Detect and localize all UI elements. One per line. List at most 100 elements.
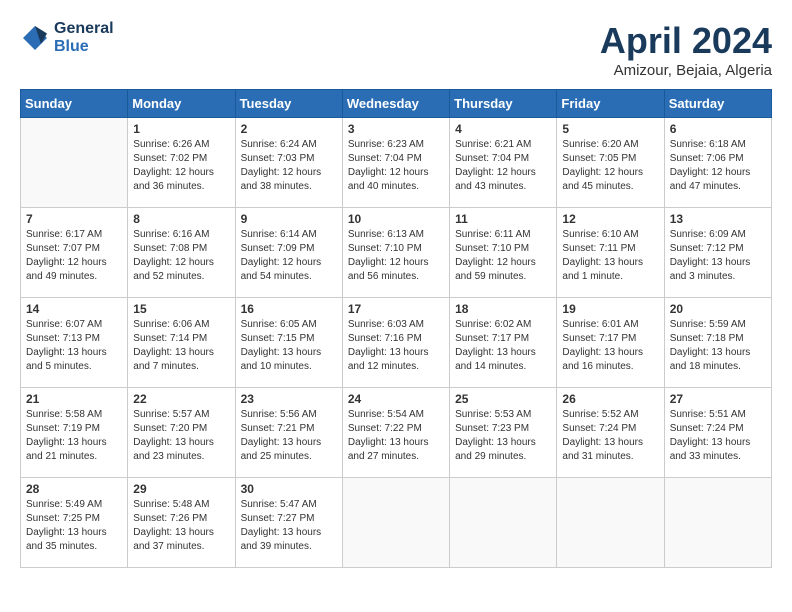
calendar-cell: 23 Sunrise: 5:56 AM Sunset: 7:21 PM Dayli… [235,388,342,478]
location: Amizour, Bejaia, Algeria [600,62,772,79]
calendar-cell: 29 Sunrise: 5:48 AM Sunset: 7:26 PM Dayli… [128,478,235,568]
day-number: 25 [455,392,551,406]
day-number: 22 [133,392,229,406]
calendar-cell: 5 Sunrise: 6:20 AM Sunset: 7:05 PM Daylig… [557,118,664,208]
day-header-monday: Monday [128,90,235,118]
week-row-2: 7 Sunrise: 6:17 AM Sunset: 7:07 PM Daylig… [21,208,772,298]
day-info: Sunrise: 5:52 AM Sunset: 7:24 PM Dayligh… [562,408,658,464]
day-info: Sunrise: 5:48 AM Sunset: 7:26 PM Dayligh… [133,498,229,554]
day-info: Sunrise: 5:57 AM Sunset: 7:20 PM Dayligh… [133,408,229,464]
day-number: 16 [241,302,337,316]
day-info: Sunrise: 6:14 AM Sunset: 7:09 PM Dayligh… [241,228,337,284]
day-info: Sunrise: 6:17 AM Sunset: 7:07 PM Dayligh… [26,228,122,284]
day-header-saturday: Saturday [664,90,771,118]
day-number: 24 [348,392,444,406]
day-number: 12 [562,212,658,226]
day-number: 21 [26,392,122,406]
calendar-cell: 25Sunrise: 5:53 AM Sunset: 7:23 PM Dayli… [450,388,557,478]
day-number: 23 [241,392,337,406]
calendar-cell: 17 Sunrise: 6:03 AM Sunset: 7:16 PM Dayli… [342,298,449,388]
month-title: April 2024 [600,20,772,62]
calendar-cell: 9 Sunrise: 6:14 AM Sunset: 7:09 PM Daylig… [235,208,342,298]
calendar-cell: 16 Sunrise: 6:05 AM Sunset: 7:15 PM Dayli… [235,298,342,388]
day-info: Sunrise: 6:05 AM Sunset: 7:15 PM Dayligh… [241,318,337,374]
day-info: Sunrise: 5:56 AM Sunset: 7:21 PM Dayligh… [241,408,337,464]
logo: General Blue [20,20,114,55]
day-number: 29 [133,482,229,496]
day-info: Sunrise: 6:07 AM Sunset: 7:13 PM Dayligh… [26,318,122,374]
calendar-cell: 19 Sunrise: 6:01 AM Sunset: 7:17 PM Dayli… [557,298,664,388]
title-block: April 2024 Amizour, Bejaia, Algeria [600,20,772,79]
day-number: 20 [670,302,766,316]
day-info: Sunrise: 6:09 AM Sunset: 7:12 PM Dayligh… [670,228,766,284]
logo-text-general: General [54,20,114,38]
day-number: 17 [348,302,444,316]
day-number: 7 [26,212,122,226]
day-number: 3 [348,122,444,136]
day-number: 26 [562,392,658,406]
calendar-cell: 14 Sunrise: 6:07 AM Sunset: 7:13 PM Dayli… [21,298,128,388]
calendar-cell: 13 Sunrise: 6:09 AM Sunset: 7:12 PM Dayli… [664,208,771,298]
calendar-cell: 1 Sunrise: 6:26 AM Sunset: 7:02 PM Daylig… [128,118,235,208]
calendar-cell: 10 Sunrise: 6:13 AM Sunset: 7:10 PM Dayli… [342,208,449,298]
calendar-cell: 4 Sunrise: 6:21 AM Sunset: 7:04 PM Daylig… [450,118,557,208]
day-header-friday: Friday [557,90,664,118]
day-number: 1 [133,122,229,136]
day-info: Sunrise: 5:51 AM Sunset: 7:24 PM Dayligh… [670,408,766,464]
day-number: 19 [562,302,658,316]
day-number: 18 [455,302,551,316]
page-header: General Blue April 2024 Amizour, Bejaia,… [20,20,772,79]
calendar-cell: 11Sunrise: 6:11 AM Sunset: 7:10 PM Dayli… [450,208,557,298]
calendar-cell: 6Sunrise: 6:18 AM Sunset: 7:06 PM Daylig… [664,118,771,208]
day-number: 9 [241,212,337,226]
day-number: 5 [562,122,658,136]
day-info: Sunrise: 6:20 AM Sunset: 7:05 PM Dayligh… [562,138,658,194]
calendar-cell: 26 Sunrise: 5:52 AM Sunset: 7:24 PM Dayli… [557,388,664,478]
calendar-table: SundayMondayTuesdayWednesdayThursdayFrid… [20,89,772,568]
calendar-cell [21,118,128,208]
day-info: Sunrise: 6:24 AM Sunset: 7:03 PM Dayligh… [241,138,337,194]
day-info: Sunrise: 6:03 AM Sunset: 7:16 PM Dayligh… [348,318,444,374]
week-row-5: 28Sunrise: 5:49 AM Sunset: 7:25 PM Dayli… [21,478,772,568]
calendar-cell: 2 Sunrise: 6:24 AM Sunset: 7:03 PM Daylig… [235,118,342,208]
week-row-1: 1 Sunrise: 6:26 AM Sunset: 7:02 PM Daylig… [21,118,772,208]
day-number: 2 [241,122,337,136]
day-number: 10 [348,212,444,226]
day-info: Sunrise: 6:11 AM Sunset: 7:10 PM Dayligh… [455,228,551,284]
day-number: 4 [455,122,551,136]
logo-icon [20,23,50,53]
day-info: Sunrise: 5:47 AM Sunset: 7:27 PM Dayligh… [241,498,337,554]
day-info: Sunrise: 6:01 AM Sunset: 7:17 PM Dayligh… [562,318,658,374]
day-number: 13 [670,212,766,226]
day-header-wednesday: Wednesday [342,90,449,118]
day-info: Sunrise: 6:16 AM Sunset: 7:08 PM Dayligh… [133,228,229,284]
day-header-sunday: Sunday [21,90,128,118]
day-info: Sunrise: 5:54 AM Sunset: 7:22 PM Dayligh… [348,408,444,464]
calendar-cell: 18 Sunrise: 6:02 AM Sunset: 7:17 PM Dayli… [450,298,557,388]
day-info: Sunrise: 6:13 AM Sunset: 7:10 PM Dayligh… [348,228,444,284]
day-number: 28 [26,482,122,496]
calendar-cell: 7 Sunrise: 6:17 AM Sunset: 7:07 PM Daylig… [21,208,128,298]
calendar-cell: 24 Sunrise: 5:54 AM Sunset: 7:22 PM Dayli… [342,388,449,478]
calendar-cell: 15 Sunrise: 6:06 AM Sunset: 7:14 PM Dayli… [128,298,235,388]
day-info: Sunrise: 6:26 AM Sunset: 7:02 PM Dayligh… [133,138,229,194]
day-number: 14 [26,302,122,316]
day-info: Sunrise: 6:10 AM Sunset: 7:11 PM Dayligh… [562,228,658,284]
calendar-cell: 8Sunrise: 6:16 AM Sunset: 7:08 PM Daylig… [128,208,235,298]
day-header-tuesday: Tuesday [235,90,342,118]
calendar-cell [664,478,771,568]
day-number: 15 [133,302,229,316]
calendar-cell: 22 Sunrise: 5:57 AM Sunset: 7:20 PM Dayli… [128,388,235,478]
calendar-cell: 27 Sunrise: 5:51 AM Sunset: 7:24 PM Dayli… [664,388,771,478]
day-number: 27 [670,392,766,406]
day-header-thursday: Thursday [450,90,557,118]
day-info: Sunrise: 6:21 AM Sunset: 7:04 PM Dayligh… [455,138,551,194]
week-row-4: 21Sunrise: 5:58 AM Sunset: 7:19 PM Dayli… [21,388,772,478]
day-info: Sunrise: 6:18 AM Sunset: 7:06 PM Dayligh… [670,138,766,194]
calendar-cell [342,478,449,568]
calendar-cell: 12 Sunrise: 6:10 AM Sunset: 7:11 PM Dayli… [557,208,664,298]
day-info: Sunrise: 6:06 AM Sunset: 7:14 PM Dayligh… [133,318,229,374]
day-info: Sunrise: 6:23 AM Sunset: 7:04 PM Dayligh… [348,138,444,194]
day-number: 30 [241,482,337,496]
day-info: Sunrise: 6:02 AM Sunset: 7:17 PM Dayligh… [455,318,551,374]
